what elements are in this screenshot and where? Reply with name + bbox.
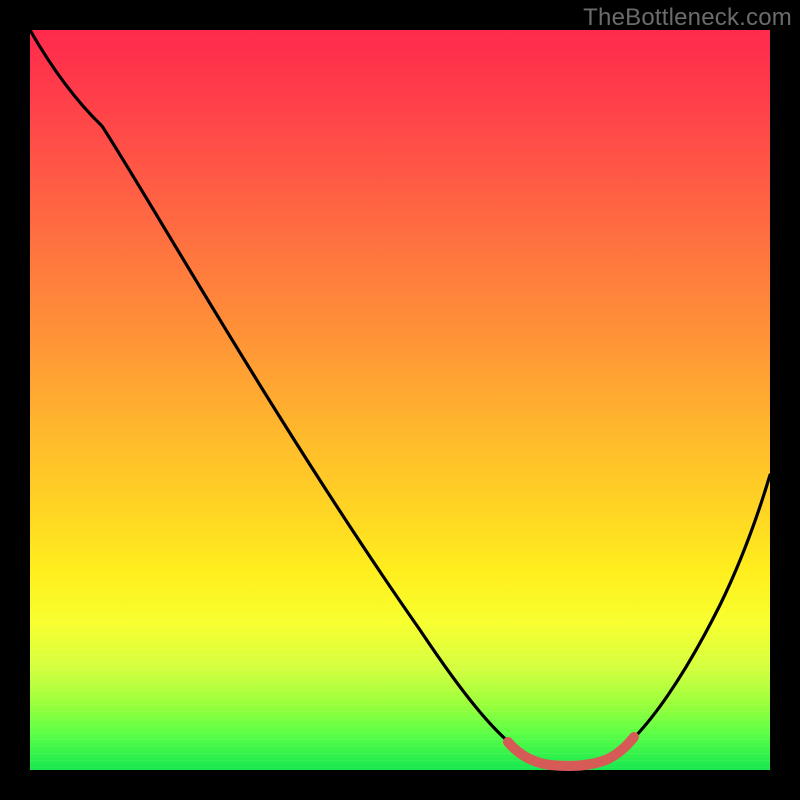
optimal-range-highlight (508, 737, 634, 766)
watermark-text: TheBottleneck.com (583, 4, 792, 32)
chart-frame: TheBottleneck.com (0, 0, 800, 800)
curve-layer (30, 30, 770, 770)
gradient-plot-area (30, 30, 770, 770)
bottleneck-curve (30, 30, 770, 765)
